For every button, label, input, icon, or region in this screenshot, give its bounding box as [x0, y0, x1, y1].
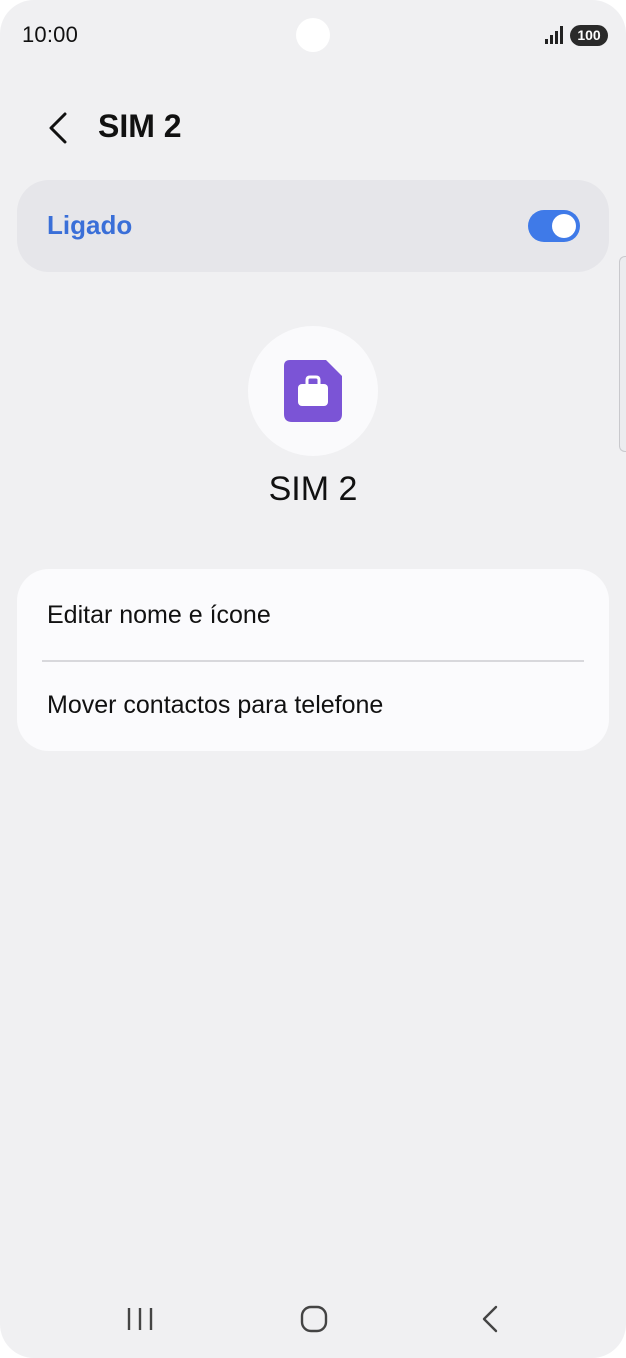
- sim-icon-container: [248, 326, 378, 456]
- scroll-indicator[interactable]: [619, 256, 626, 452]
- edit-name-icon-item[interactable]: Editar nome e ícone: [17, 569, 609, 659]
- battery-indicator: 100: [570, 25, 608, 46]
- page-title: SIM 2: [98, 108, 182, 144]
- back-button[interactable]: [38, 106, 78, 150]
- nav-back-button[interactable]: [465, 1298, 515, 1340]
- move-contacts-item[interactable]: Mover contactos para telefone: [17, 661, 609, 751]
- chevron-left-icon: [49, 112, 67, 144]
- signal-icon: [545, 26, 563, 44]
- home-icon: [300, 1305, 328, 1333]
- option-label: Mover contactos para telefone: [47, 691, 384, 719]
- camera-cutout: [296, 18, 330, 52]
- home-button[interactable]: [289, 1298, 339, 1340]
- master-switch-label: Ligado: [47, 210, 133, 240]
- recents-button[interactable]: [115, 1298, 165, 1340]
- briefcase-sim-icon: [284, 360, 342, 422]
- back-icon: [482, 1305, 498, 1333]
- phone-screen: 10:00 100 SIM 2 Ligado SIM 2 Editar nome…: [0, 0, 626, 1358]
- status-time: 10:00: [22, 22, 79, 47]
- recents-icon: [127, 1308, 153, 1330]
- sim-name: SIM 2: [268, 470, 358, 508]
- options-list: Editar nome e ícone Mover contactos para…: [17, 569, 609, 751]
- master-switch-row[interactable]: Ligado: [17, 180, 609, 272]
- option-label: Editar nome e ícone: [47, 601, 271, 629]
- toggle-knob: [552, 214, 576, 238]
- master-toggle[interactable]: [528, 210, 580, 242]
